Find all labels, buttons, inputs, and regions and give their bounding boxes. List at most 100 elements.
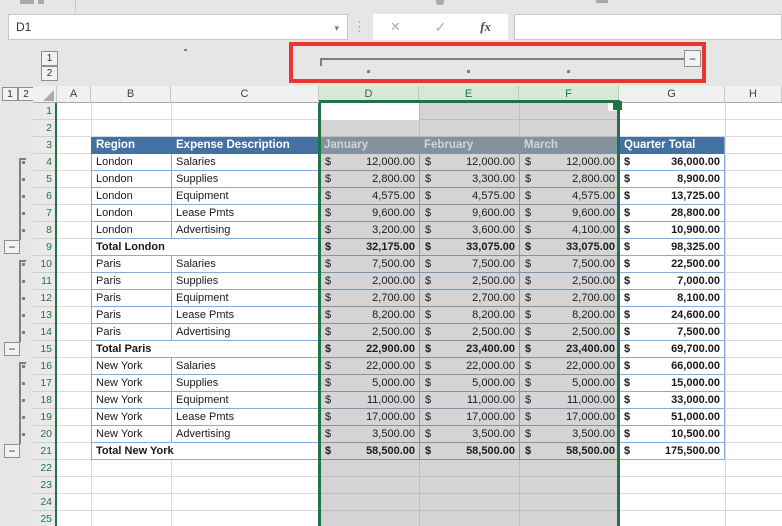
column-header-c[interactable]: C	[171, 86, 319, 103]
february-value-cell[interactable]: $9,600.00	[419, 205, 519, 222]
january-value-cell[interactable]: $22,900.00	[319, 341, 419, 358]
expense-description-cell[interactable]: Advertising	[171, 426, 319, 443]
row-group-collapse-button-3[interactable]: −	[4, 444, 20, 458]
march-value-cell[interactable]: $9,600.00	[519, 205, 619, 222]
row-header-7[interactable]: 7	[33, 205, 57, 222]
expense-description-cell[interactable]: Equipment	[171, 392, 319, 409]
row-group-collapse-button-2[interactable]: −	[4, 342, 20, 356]
quarter-total-cell[interactable]: $33,000.00	[619, 392, 725, 409]
row-header-9[interactable]: 9	[33, 239, 57, 256]
region-cell[interactable]: London	[91, 205, 171, 222]
cancel-icon[interactable]: ✕	[390, 19, 401, 35]
march-value-cell[interactable]: $23,400.00	[519, 341, 619, 358]
quarter-total-cell[interactable]: $22,500.00	[619, 256, 725, 273]
region-cell[interactable]: New York	[91, 375, 171, 392]
enter-icon[interactable]: ✓	[435, 19, 447, 36]
february-value-cell[interactable]: $3,500.00	[419, 426, 519, 443]
selection-fill-handle[interactable]	[613, 101, 622, 110]
quarter-total-cell[interactable]: $10,500.00	[619, 426, 725, 443]
january-value-cell[interactable]: $9,600.00	[319, 205, 419, 222]
quarter-total-cell[interactable]: $8,100.00	[619, 290, 725, 307]
march-value-cell[interactable]: $3,500.00	[519, 426, 619, 443]
row-header-24[interactable]: 24	[33, 494, 57, 511]
header-quarter-total[interactable]: Quarter Total	[619, 137, 725, 154]
row-header-20[interactable]: 20	[33, 426, 57, 443]
row-header-11[interactable]: 11	[33, 273, 57, 290]
january-value-cell[interactable]: $22,000.00	[319, 358, 419, 375]
quarter-total-cell[interactable]: $28,800.00	[619, 205, 725, 222]
column-header-a[interactable]: A	[57, 86, 91, 103]
expense-description-cell[interactable]: Salaries	[171, 154, 319, 171]
row-header-1[interactable]: 1	[33, 103, 57, 120]
column-header-h[interactable]: H	[725, 86, 782, 103]
row-header-21[interactable]: 21	[33, 443, 57, 460]
region-cell[interactable]: London	[91, 154, 171, 171]
row-header-6[interactable]: 6	[33, 188, 57, 205]
expense-description-cell[interactable]: Lease Pmts	[171, 409, 319, 426]
region-cell[interactable]: Paris	[91, 324, 171, 341]
row-header-5[interactable]: 5	[33, 171, 57, 188]
column-outline-level-2-button[interactable]: 2	[41, 66, 58, 81]
name-box-dropdown-icon[interactable]: ▾	[334, 16, 339, 40]
row-header-19[interactable]: 19	[33, 409, 57, 426]
row-header-23[interactable]: 23	[33, 477, 57, 494]
february-value-cell[interactable]: $8,200.00	[419, 307, 519, 324]
total-label-cell[interactable]: Total New York	[91, 443, 319, 460]
january-value-cell[interactable]: $7,500.00	[319, 256, 419, 273]
column-group-collapse-button[interactable]: −	[684, 50, 701, 67]
header-february[interactable]: February	[419, 137, 519, 154]
expense-description-cell[interactable]: Lease Pmts	[171, 307, 319, 324]
march-value-cell[interactable]: $58,500.00	[519, 443, 619, 460]
row-header-15[interactable]: 15	[33, 341, 57, 358]
name-box[interactable]: D1 ▾	[8, 14, 348, 40]
march-value-cell[interactable]: $4,100.00	[519, 222, 619, 239]
header-region[interactable]: Region	[91, 137, 171, 154]
february-value-cell[interactable]: $58,500.00	[419, 443, 519, 460]
quarter-total-cell[interactable]: $51,000.00	[619, 409, 725, 426]
total-label-cell[interactable]: Total Paris	[91, 341, 319, 358]
january-value-cell[interactable]: $2,000.00	[319, 273, 419, 290]
january-value-cell[interactable]: $2,500.00	[319, 324, 419, 341]
march-value-cell[interactable]: $12,000.00	[519, 154, 619, 171]
row-group-collapse-button-1[interactable]: −	[4, 240, 20, 254]
february-value-cell[interactable]: $2,500.00	[419, 324, 519, 341]
march-value-cell[interactable]: $2,800.00	[519, 171, 619, 188]
formula-input[interactable]	[514, 14, 782, 40]
february-value-cell[interactable]: $3,600.00	[419, 222, 519, 239]
quarter-total-cell[interactable]: $13,725.00	[619, 188, 725, 205]
quarter-total-cell[interactable]: $175,500.00	[619, 443, 725, 460]
january-value-cell[interactable]: $11,000.00	[319, 392, 419, 409]
february-value-cell[interactable]: $2,500.00	[419, 273, 519, 290]
january-value-cell[interactable]: $3,500.00	[319, 426, 419, 443]
row-header-10[interactable]: 10	[33, 256, 57, 273]
january-value-cell[interactable]: $17,000.00	[319, 409, 419, 426]
row-header-14[interactable]: 14	[33, 324, 57, 341]
february-value-cell[interactable]: $7,500.00	[419, 256, 519, 273]
region-cell[interactable]: Paris	[91, 307, 171, 324]
column-header-g[interactable]: G	[619, 86, 725, 103]
row-header-17[interactable]: 17	[33, 375, 57, 392]
march-value-cell[interactable]: $2,500.00	[519, 273, 619, 290]
region-cell[interactable]: London	[91, 171, 171, 188]
row-header-22[interactable]: 22	[33, 460, 57, 477]
region-cell[interactable]: New York	[91, 358, 171, 375]
expense-description-cell[interactable]: Supplies	[171, 171, 319, 188]
february-value-cell[interactable]: $11,000.00	[419, 392, 519, 409]
february-value-cell[interactable]: $3,300.00	[419, 171, 519, 188]
january-value-cell[interactable]: $8,200.00	[319, 307, 419, 324]
column-header-b[interactable]: B	[91, 86, 171, 103]
row-header-13[interactable]: 13	[33, 307, 57, 324]
january-value-cell[interactable]: $4,575.00	[319, 188, 419, 205]
region-cell[interactable]: London	[91, 222, 171, 239]
february-value-cell[interactable]: $22,000.00	[419, 358, 519, 375]
row-header-2[interactable]: 2	[33, 120, 57, 137]
march-value-cell[interactable]: $33,075.00	[519, 239, 619, 256]
expense-description-cell[interactable]: Equipment	[171, 290, 319, 307]
row-header-4[interactable]: 4	[33, 154, 57, 171]
quarter-total-cell[interactable]: $8,900.00	[619, 171, 725, 188]
row-header-25[interactable]: 25	[33, 511, 57, 526]
header-march[interactable]: March	[519, 137, 619, 154]
expense-description-cell[interactable]: Supplies	[171, 273, 319, 290]
january-value-cell[interactable]: $5,000.00	[319, 375, 419, 392]
expense-description-cell[interactable]: Supplies	[171, 375, 319, 392]
